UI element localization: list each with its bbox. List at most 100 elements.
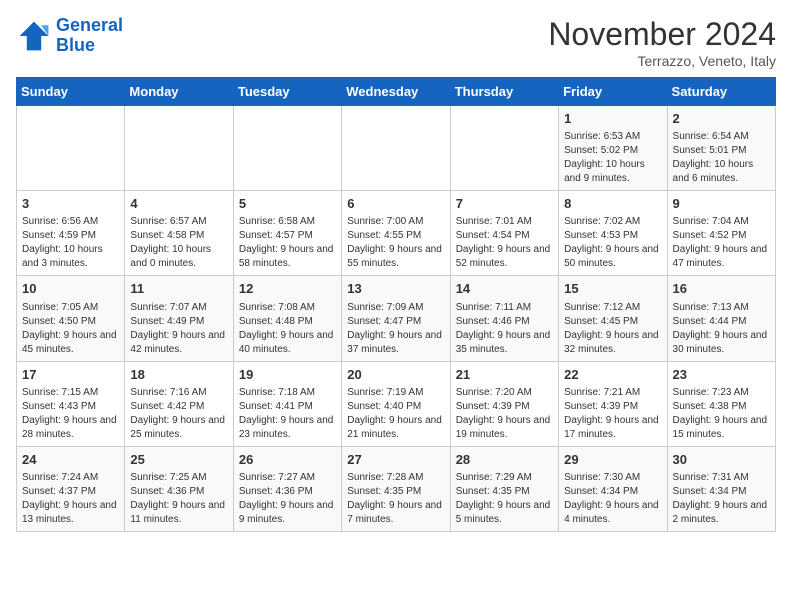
calendar-cell: 17 Sunrise: 7:15 AM Sunset: 4:43 PM Dayli… [17,361,125,446]
logo: General Blue [16,16,123,56]
day-info: Sunrise: 7:12 AM Sunset: 4:45 PM Dayligh… [564,301,661,357]
calendar-cell: 4 Sunrise: 6:57 AM Sunset: 4:58 PM Daylig… [125,191,233,276]
day-number: 23 [673,366,770,384]
day-number: 1 [564,110,661,128]
calendar-cell: 1 Sunrise: 6:53 AM Sunset: 5:02 PM Daylig… [559,106,667,191]
calendar-cell: 23 Sunrise: 7:23 AM Sunset: 4:38 PM Dayli… [667,361,775,446]
day-info: Sunrise: 7:19 AM Sunset: 4:40 PM Dayligh… [347,386,444,442]
day-info: Sunrise: 6:58 AM Sunset: 4:57 PM Dayligh… [239,215,336,271]
day-info: Sunrise: 6:56 AM Sunset: 4:59 PM Dayligh… [22,215,119,271]
day-number: 4 [130,195,227,213]
day-info: Sunrise: 6:54 AM Sunset: 5:01 PM Dayligh… [673,130,770,186]
weekday-header-wednesday: Wednesday [342,78,450,106]
day-number: 24 [22,451,119,469]
day-number: 26 [239,451,336,469]
month-title: November 2024 [548,16,776,53]
calendar-cell: 19 Sunrise: 7:18 AM Sunset: 4:41 PM Dayli… [233,361,341,446]
day-info: Sunrise: 7:04 AM Sunset: 4:52 PM Dayligh… [673,215,770,271]
day-info: Sunrise: 7:30 AM Sunset: 4:34 PM Dayligh… [564,471,661,527]
title-block: November 2024 Terrazzo, Veneto, Italy [548,16,776,69]
calendar-cell: 8 Sunrise: 7:02 AM Sunset: 4:53 PM Daylig… [559,191,667,276]
weekday-header-sunday: Sunday [17,78,125,106]
page-header: General Blue November 2024 Terrazzo, Ven… [16,16,776,69]
calendar-week-3: 10Sunrise: 7:05 AM Sunset: 4:50 PM Dayli… [17,276,776,361]
day-info: Sunrise: 7:05 AM Sunset: 4:50 PM Dayligh… [22,301,119,357]
calendar-cell: 21 Sunrise: 7:20 AM Sunset: 4:39 PM Dayli… [450,361,558,446]
day-info: Sunrise: 7:20 AM Sunset: 4:39 PM Dayligh… [456,386,553,442]
day-info: Sunrise: 7:23 AM Sunset: 4:38 PM Dayligh… [673,386,770,442]
day-number: 27 [347,451,444,469]
day-info: Sunrise: 7:13 AM Sunset: 4:44 PM Dayligh… [673,301,770,357]
day-number: 17 [22,366,119,384]
day-number: 7 [456,195,553,213]
calendar-week-5: 24 Sunrise: 7:24 AM Sunset: 4:37 PM Dayli… [17,446,776,531]
calendar-week-4: 17 Sunrise: 7:15 AM Sunset: 4:43 PM Dayli… [17,361,776,446]
calendar-body: 1 Sunrise: 6:53 AM Sunset: 5:02 PM Daylig… [17,106,776,532]
calendar-cell: 30 Sunrise: 7:31 AM Sunset: 4:34 PM Dayli… [667,446,775,531]
weekday-header-friday: Friday [559,78,667,106]
day-info: Sunrise: 7:15 AM Sunset: 4:43 PM Dayligh… [22,386,119,442]
day-info: Sunrise: 7:02 AM Sunset: 4:53 PM Dayligh… [564,215,661,271]
weekday-header-tuesday: Tuesday [233,78,341,106]
calendar-cell: 10Sunrise: 7:05 AM Sunset: 4:50 PM Dayli… [17,276,125,361]
calendar-cell: 27 Sunrise: 7:28 AM Sunset: 4:35 PM Dayli… [342,446,450,531]
day-info: Sunrise: 7:25 AM Sunset: 4:36 PM Dayligh… [130,471,227,527]
calendar-cell [342,106,450,191]
day-info: Sunrise: 7:27 AM Sunset: 4:36 PM Dayligh… [239,471,336,527]
weekday-header-saturday: Saturday [667,78,775,106]
day-number: 21 [456,366,553,384]
day-number: 13 [347,280,444,298]
day-info: Sunrise: 7:07 AM Sunset: 4:49 PM Dayligh… [130,301,227,357]
day-number: 16 [673,280,770,298]
day-info: Sunrise: 7:21 AM Sunset: 4:39 PM Dayligh… [564,386,661,442]
day-info: Sunrise: 7:00 AM Sunset: 4:55 PM Dayligh… [347,215,444,271]
calendar-cell: 22 Sunrise: 7:21 AM Sunset: 4:39 PM Dayli… [559,361,667,446]
day-number: 14 [456,280,553,298]
calendar-cell: 18Sunrise: 7:16 AM Sunset: 4:42 PM Dayli… [125,361,233,446]
calendar-header-row: SundayMondayTuesdayWednesdayThursdayFrid… [17,78,776,106]
day-info: Sunrise: 7:28 AM Sunset: 4:35 PM Dayligh… [347,471,444,527]
day-number: 29 [564,451,661,469]
day-info: Sunrise: 6:53 AM Sunset: 5:02 PM Dayligh… [564,130,661,186]
day-info: Sunrise: 6:57 AM Sunset: 4:58 PM Dayligh… [130,215,227,271]
day-number: 6 [347,195,444,213]
calendar-table: SundayMondayTuesdayWednesdayThursdayFrid… [16,77,776,532]
day-number: 30 [673,451,770,469]
day-number: 3 [22,195,119,213]
day-info: Sunrise: 7:31 AM Sunset: 4:34 PM Dayligh… [673,471,770,527]
calendar-cell: 26 Sunrise: 7:27 AM Sunset: 4:36 PM Dayli… [233,446,341,531]
calendar-cell [233,106,341,191]
calendar-cell: 3 Sunrise: 6:56 AM Sunset: 4:59 PM Daylig… [17,191,125,276]
location-subtitle: Terrazzo, Veneto, Italy [548,53,776,69]
calendar-cell: 9Sunrise: 7:04 AM Sunset: 4:52 PM Daylig… [667,191,775,276]
logo-line1: General [56,15,123,35]
calendar-cell: 7 Sunrise: 7:01 AM Sunset: 4:54 PM Daylig… [450,191,558,276]
calendar-cell: 5 Sunrise: 6:58 AM Sunset: 4:57 PM Daylig… [233,191,341,276]
day-info: Sunrise: 7:18 AM Sunset: 4:41 PM Dayligh… [239,386,336,442]
day-number: 25 [130,451,227,469]
calendar-cell [17,106,125,191]
day-info: Sunrise: 7:08 AM Sunset: 4:48 PM Dayligh… [239,301,336,357]
calendar-cell [125,106,233,191]
day-number: 22 [564,366,661,384]
calendar-cell: 16 Sunrise: 7:13 AM Sunset: 4:44 PM Dayli… [667,276,775,361]
calendar-cell: 2Sunrise: 6:54 AM Sunset: 5:01 PM Daylig… [667,106,775,191]
day-number: 19 [239,366,336,384]
day-number: 11 [130,280,227,298]
calendar-cell: 12Sunrise: 7:08 AM Sunset: 4:48 PM Dayli… [233,276,341,361]
day-info: Sunrise: 7:01 AM Sunset: 4:54 PM Dayligh… [456,215,553,271]
calendar-cell [450,106,558,191]
calendar-cell: 6 Sunrise: 7:00 AM Sunset: 4:55 PM Daylig… [342,191,450,276]
day-number: 8 [564,195,661,213]
day-info: Sunrise: 7:16 AM Sunset: 4:42 PM Dayligh… [130,386,227,442]
day-number: 28 [456,451,553,469]
calendar-cell: 25 Sunrise: 7:25 AM Sunset: 4:36 PM Dayli… [125,446,233,531]
day-number: 15 [564,280,661,298]
day-number: 5 [239,195,336,213]
day-info: Sunrise: 7:24 AM Sunset: 4:37 PM Dayligh… [22,471,119,527]
weekday-header-thursday: Thursday [450,78,558,106]
calendar-cell: 28Sunrise: 7:29 AM Sunset: 4:35 PM Dayli… [450,446,558,531]
logo-icon [16,18,52,54]
calendar-cell: 11 Sunrise: 7:07 AM Sunset: 4:49 PM Dayli… [125,276,233,361]
day-info: Sunrise: 7:11 AM Sunset: 4:46 PM Dayligh… [456,301,553,357]
